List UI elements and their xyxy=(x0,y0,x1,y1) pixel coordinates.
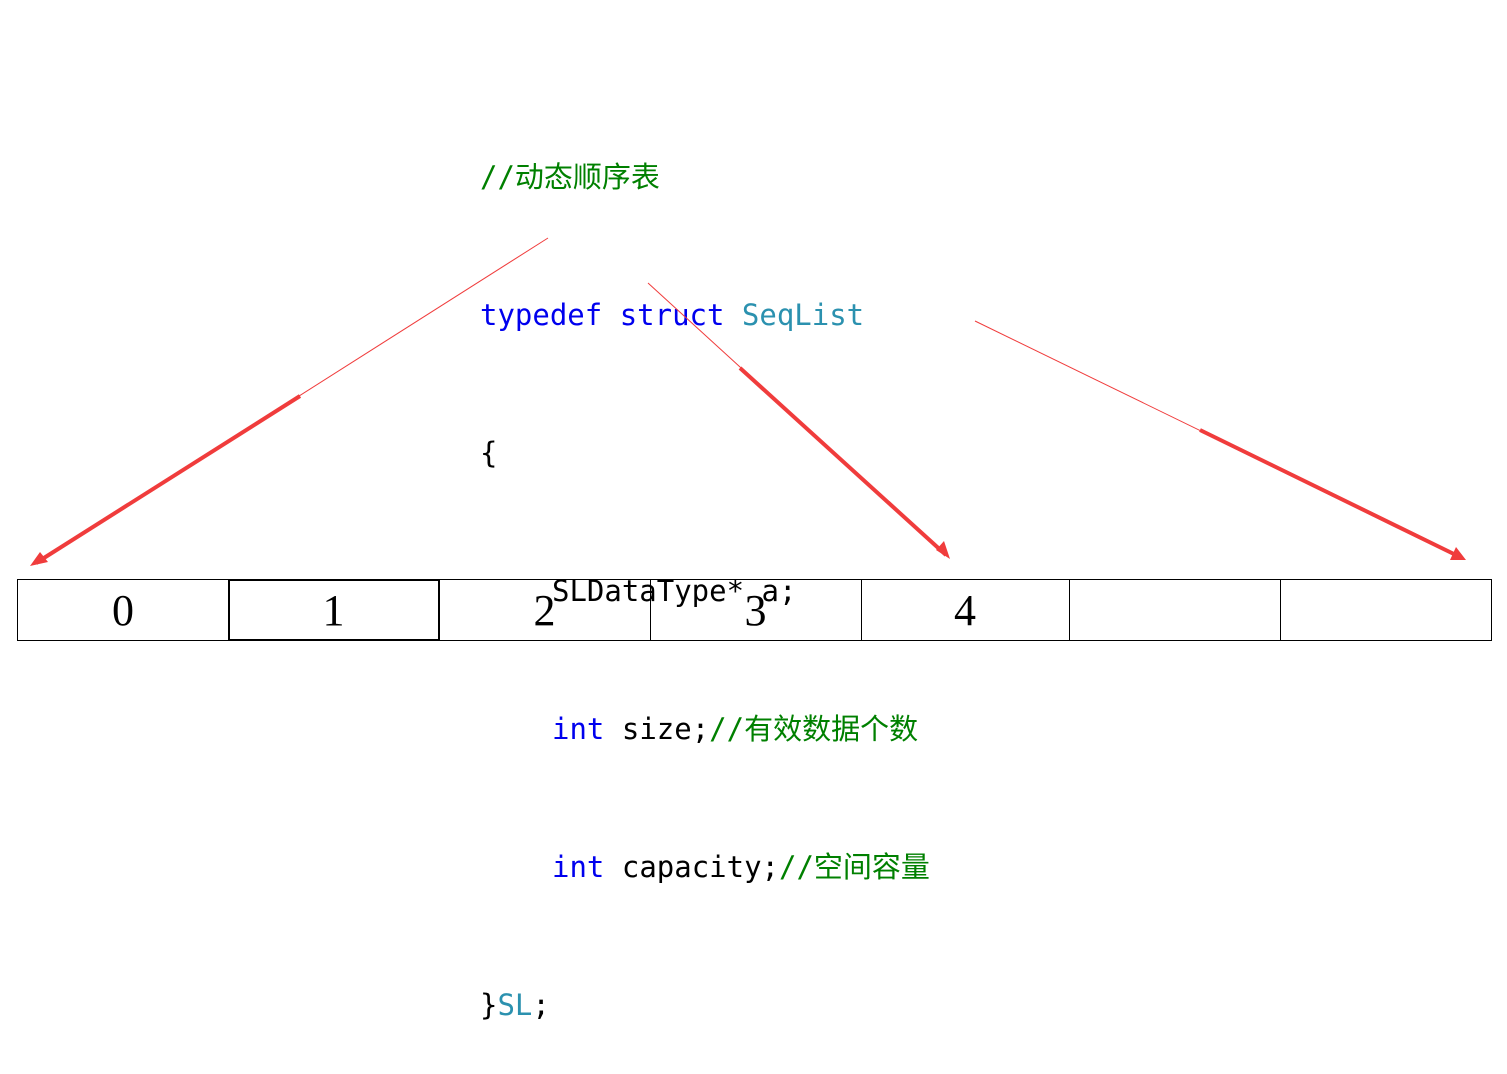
array-diagram: 0 1 2 3 4 xyxy=(17,579,1492,641)
typedef-alias: SL xyxy=(497,988,533,1022)
arrow-capacity-to-end xyxy=(974,320,1466,560)
array-cell-3: 3 xyxy=(650,579,862,641)
close-semicolon: ; xyxy=(532,988,550,1022)
close-brace: } xyxy=(480,988,498,1022)
code-line-field-capacity: int capacity;//空间容量 xyxy=(480,844,930,890)
arrow-layer xyxy=(30,237,1466,566)
field-size-comment: //有效数据个数 xyxy=(709,712,919,746)
array-cell-0: 0 xyxy=(17,579,229,641)
field-capacity-name: capacity; xyxy=(621,850,779,884)
arrow-capacity-thick xyxy=(1199,428,1461,559)
arrow-a-thick xyxy=(34,394,302,565)
field-capacity-comment: //空间容量 xyxy=(779,850,930,884)
arrow-size-to-cell-5 xyxy=(647,282,950,559)
code-line-close: }SL; xyxy=(480,982,930,1028)
field-capacity-type: int xyxy=(552,850,605,884)
field-size-type: int xyxy=(552,712,605,746)
arrow-a-to-cell-0 xyxy=(30,237,549,566)
array-cell-6 xyxy=(1280,579,1492,641)
field-size-name: size; xyxy=(621,712,710,746)
array-cell-2: 2 xyxy=(439,579,651,641)
array-cell-5 xyxy=(1069,579,1281,641)
arrow-size-head xyxy=(936,541,950,559)
arrow-size-thick xyxy=(738,366,948,557)
array-cell-4: 4 xyxy=(861,579,1070,641)
code-line-field-size: int size;//有效数据个数 xyxy=(480,706,930,752)
array-cell-1: 1 xyxy=(227,579,440,641)
arrow-a-head xyxy=(30,552,48,566)
